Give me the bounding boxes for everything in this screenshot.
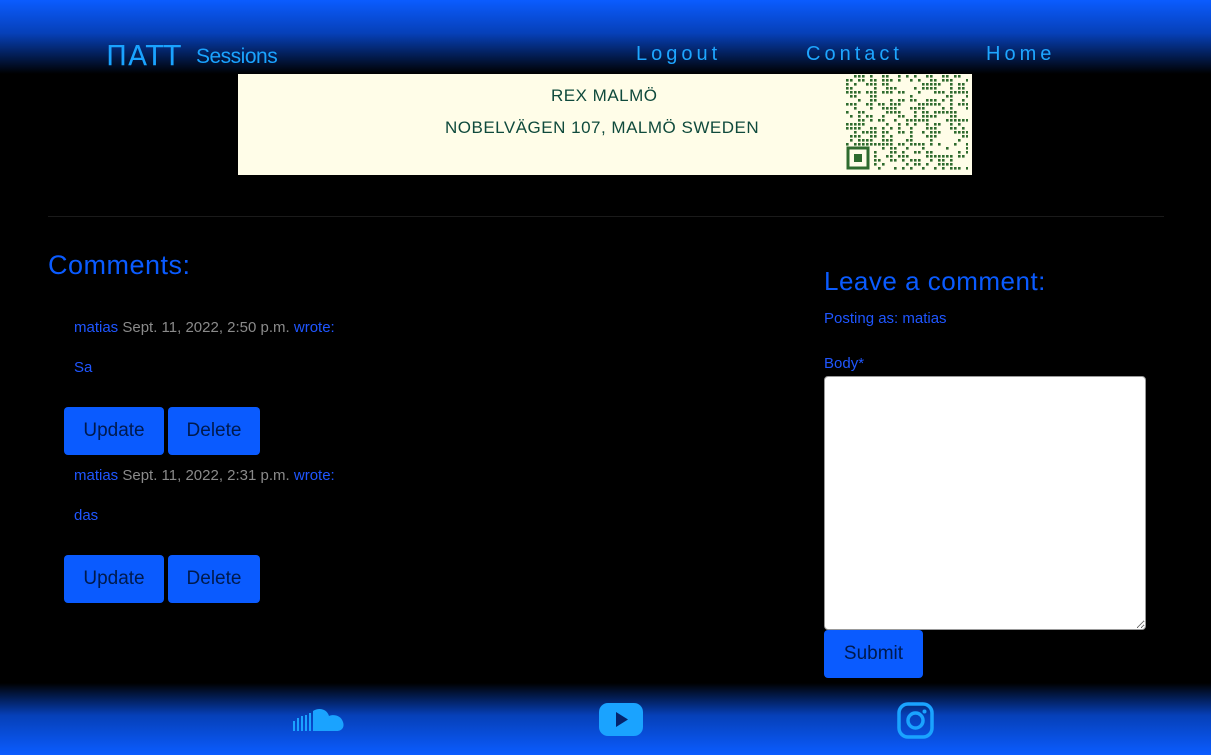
banner-venue: REX MALMÖ bbox=[551, 86, 658, 105]
comment-author: matias bbox=[74, 319, 119, 336]
update-button[interactable]: Update bbox=[64, 407, 164, 455]
nav-link-contact[interactable]: Contact bbox=[806, 44, 903, 64]
banner-address: NOBELVÄGEN 107, MALMÖ SWEDEN bbox=[445, 118, 760, 137]
comment-body: Sa bbox=[74, 359, 93, 376]
delete-button[interactable]: Delete bbox=[168, 407, 260, 455]
comment-wrote: wrote: bbox=[293, 467, 335, 484]
body-field-label: Body* bbox=[824, 355, 865, 372]
instagram-icon[interactable] bbox=[897, 702, 934, 739]
comment-date: Sept. 11, 2022, 2:50 p.m. bbox=[122, 319, 290, 336]
nav-link-home[interactable]: Home bbox=[986, 44, 1055, 64]
update-button[interactable]: Update bbox=[64, 555, 164, 603]
comment-wrote: wrote: bbox=[293, 319, 335, 336]
footer bbox=[0, 683, 1211, 755]
comment-date: Sept. 11, 2022, 2:31 p.m. bbox=[122, 467, 290, 484]
youtube-icon[interactable] bbox=[599, 703, 643, 736]
comments-title: Comments: bbox=[48, 250, 191, 280]
qr-code-icon bbox=[846, 75, 968, 170]
comment-author: matias bbox=[74, 467, 119, 484]
posting-as-label: Posting as: matias bbox=[824, 310, 947, 327]
section-divider bbox=[48, 216, 1164, 217]
submit-button[interactable]: Submit bbox=[824, 630, 923, 678]
leave-comment-title: Leave a comment: bbox=[824, 266, 1046, 296]
comment-meta: matias Sept. 11, 2022, 2:50 p.m. wrote: bbox=[74, 319, 335, 336]
brand-subtitle[interactable]: Sessions bbox=[196, 46, 278, 67]
navbar: ΠATT Sessions Logout Contact Home bbox=[0, 0, 1211, 74]
comment-meta: matias Sept. 11, 2022, 2:31 p.m. wrote: bbox=[74, 467, 335, 484]
comment-body: das bbox=[74, 507, 99, 524]
delete-button[interactable]: Delete bbox=[168, 555, 260, 603]
event-banner: REX MALMÖ NOBELVÄGEN 107, MALMÖ SWEDEN bbox=[238, 74, 972, 175]
brand-logo[interactable]: ΠATT bbox=[106, 42, 182, 70]
nav-link-logout[interactable]: Logout bbox=[636, 44, 721, 64]
body-textarea[interactable] bbox=[824, 376, 1146, 630]
soundcloud-icon[interactable] bbox=[293, 707, 345, 733]
